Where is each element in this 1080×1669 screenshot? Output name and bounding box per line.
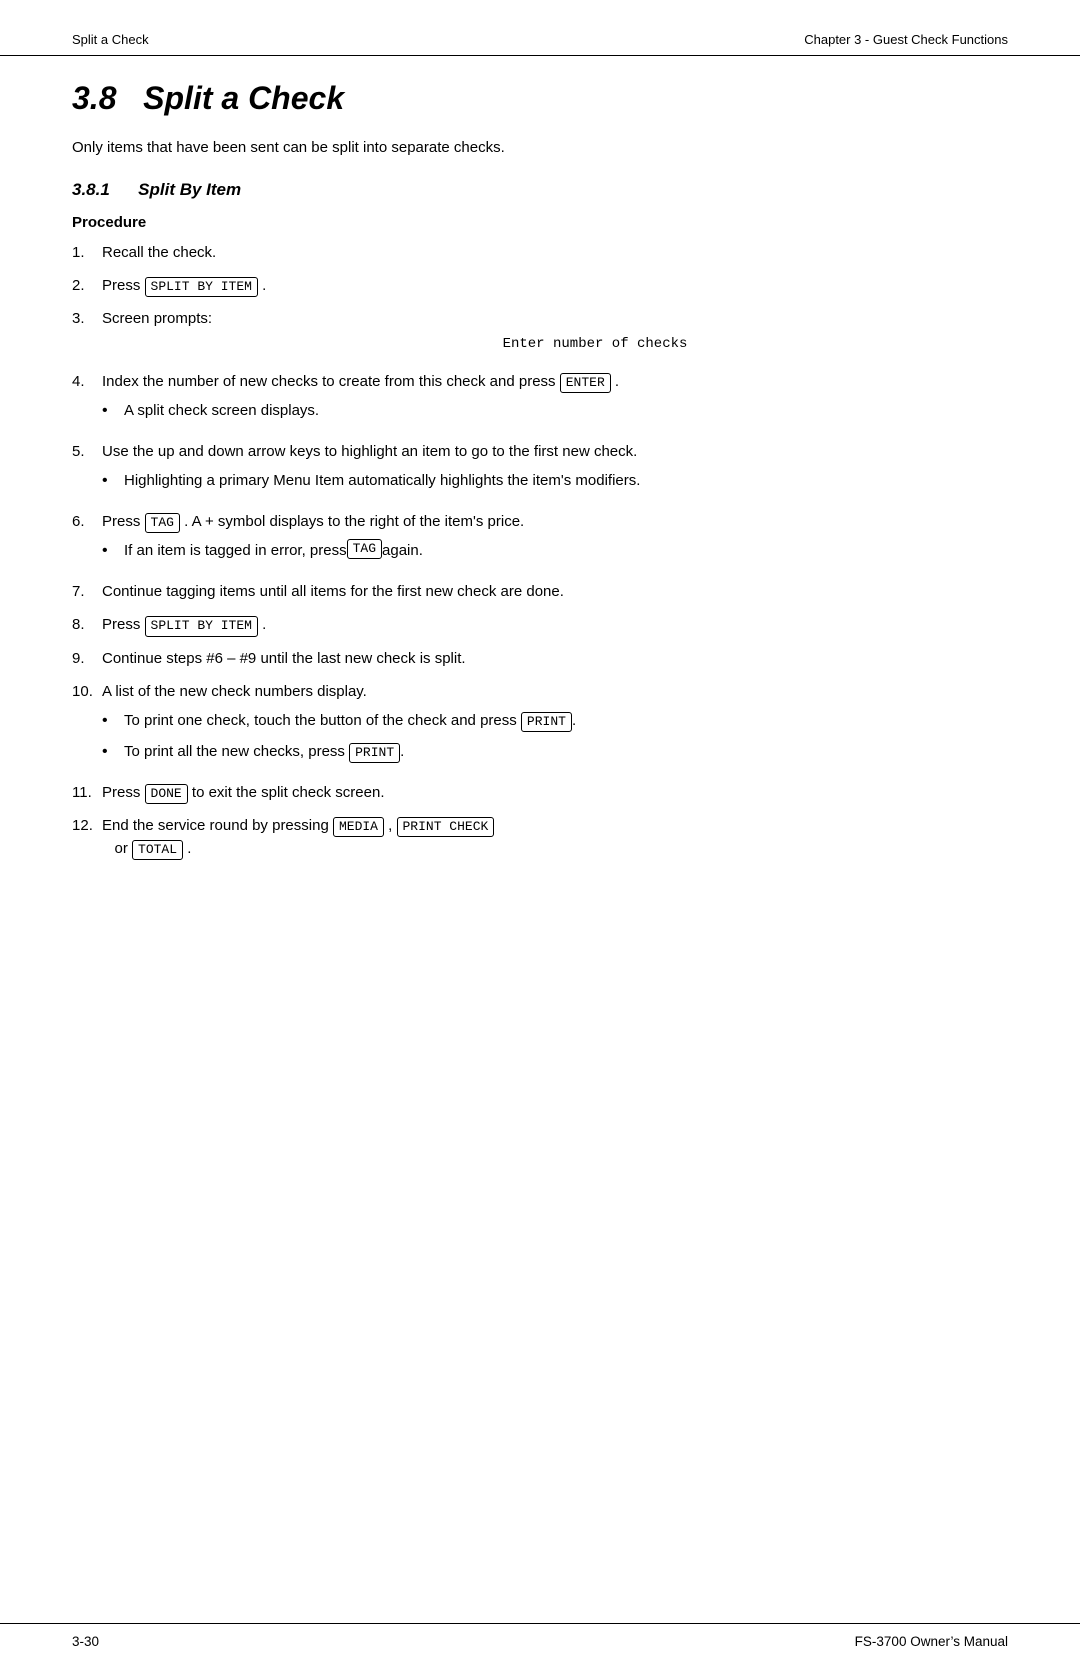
step-9: Continue steps #6 – #9 until the last ne… [72, 647, 1008, 670]
step-5-bullet-1: Highlighting a primary Menu Item automat… [102, 469, 1008, 494]
media-key: MEDIA [333, 817, 384, 837]
step-5-content: Use the up and down arrow keys to highli… [102, 440, 1008, 500]
step-4-content: Index the number of new checks to create… [102, 370, 1008, 430]
step-3-content: Screen prompts: Enter number of checks [102, 307, 1008, 360]
step-11-text-before: Press [102, 784, 145, 801]
done-key: DONE [145, 784, 188, 804]
step-10-bullet-2-text: To print all the new checks, press PRINT… [124, 740, 404, 763]
step-3: Screen prompts: Enter number of checks [72, 307, 1008, 360]
step-5-text: Use the up and down arrow keys to highli… [102, 443, 637, 460]
step-6-bullet-1-text: If an item is tagged in error, press [124, 539, 347, 562]
step-12-content: End the service round by pressing MEDIA … [102, 814, 1008, 861]
step-12-text-end: . [187, 840, 191, 857]
step-9-content: Continue steps #6 – #9 until the last ne… [102, 647, 1008, 670]
step-9-text: Continue steps #6 – #9 until the last ne… [102, 650, 466, 667]
step-5-bullets: Highlighting a primary Menu Item automat… [102, 469, 1008, 494]
step-11-content: Press DONE to exit the split check scree… [102, 781, 1008, 804]
step-11-text-after: to exit the split check screen. [192, 784, 385, 801]
step-6-bullet-1: If an item is tagged in error, press TAG… [102, 539, 1008, 564]
subsection-number: 3.8.1 [72, 180, 110, 199]
print-check-key: PRINT CHECK [397, 817, 495, 837]
page-container: Split a Check Chapter 3 - Guest Check Fu… [0, 0, 1080, 1669]
subsection-title: 3.8.1 Split By Item [72, 180, 1008, 200]
step-10-bullet-1: To print one check, touch the button of … [102, 709, 1008, 734]
step-1-content: Recall the check. [102, 241, 1008, 264]
step-10-bullet-2: To print all the new checks, press PRINT… [102, 740, 1008, 765]
step-10-text: A list of the new check numbers display. [102, 683, 367, 700]
main-content: 3.8 Split a Check Only items that have b… [0, 56, 1080, 1623]
step-3-text: Screen prompts: [102, 310, 212, 327]
header-right: Chapter 3 - Guest Check Functions [804, 32, 1008, 47]
footer-left: 3-30 [72, 1634, 99, 1649]
header-left: Split a Check [72, 32, 149, 47]
step-10-content: A list of the new check numbers display.… [102, 680, 1008, 771]
step-12: End the service round by pressing MEDIA … [72, 814, 1008, 861]
screen-prompt: Enter number of checks [182, 334, 1008, 356]
tag-key-1: TAG [145, 513, 180, 533]
total-key: TOTAL [132, 840, 183, 860]
step-10: A list of the new check numbers display.… [72, 680, 1008, 771]
split-by-item-key-2: SPLIT BY ITEM [145, 616, 258, 636]
step-7-content: Continue tagging items until all items f… [102, 580, 1008, 603]
step-6-bullet-1-text-after: again. [382, 539, 423, 562]
chapter-title: 3.8 Split a Check [72, 80, 1008, 117]
step-4: Index the number of new checks to create… [72, 370, 1008, 430]
step-1-text: Recall the check. [102, 244, 216, 261]
step-7-text: Continue tagging items until all items f… [102, 583, 564, 600]
step-4-text-before: Index the number of new checks to create… [102, 373, 560, 390]
procedure-list: Recall the check. Press SPLIT BY ITEM . … [72, 241, 1008, 861]
page-footer: 3-30 FS-3700 Owner’s Manual [0, 1623, 1080, 1669]
step-1: Recall the check. [72, 241, 1008, 264]
step-2-text-after: . [262, 277, 266, 294]
chapter-title-text: Split a Check [143, 80, 344, 116]
step-8-text-after: . [262, 616, 266, 633]
step-10-bullets: To print one check, touch the button of … [102, 709, 1008, 765]
step-8: Press SPLIT BY ITEM . [72, 613, 1008, 636]
print-key-1: PRINT [521, 712, 572, 732]
subsection-title-text: Split By Item [138, 180, 241, 199]
step-12-text-mid: , [388, 817, 396, 834]
step-5: Use the up and down arrow keys to highli… [72, 440, 1008, 500]
step-4-bullets: A split check screen displays. [102, 399, 1008, 424]
step-2-content: Press SPLIT BY ITEM . [102, 274, 1008, 297]
step-12-text-after: or [102, 840, 132, 857]
step-5-bullet-1-text: Highlighting a primary Menu Item automat… [124, 469, 640, 492]
step-6: Press TAG . A + symbol displays to the r… [72, 510, 1008, 570]
step-2-text-before: Press [102, 277, 145, 294]
step-4-text-after: . [615, 373, 619, 390]
step-6-text-before: Press [102, 513, 145, 530]
intro-paragraph: Only items that have been sent can be sp… [72, 137, 1008, 160]
step-10-bullet-1-text: To print one check, touch the button of … [124, 709, 576, 732]
chapter-number: 3.8 [72, 80, 116, 116]
page-header: Split a Check Chapter 3 - Guest Check Fu… [0, 0, 1080, 56]
step-2: Press SPLIT BY ITEM . [72, 274, 1008, 297]
step-4-bullet-1-text: A split check screen displays. [124, 399, 319, 422]
step-6-text-after: . A + symbol displays to the right of th… [184, 513, 524, 530]
procedure-heading: Procedure [72, 214, 1008, 231]
step-7: Continue tagging items until all items f… [72, 580, 1008, 603]
step-4-bullet-1: A split check screen displays. [102, 399, 1008, 424]
step-12-text-before: End the service round by pressing [102, 817, 333, 834]
step-6-content: Press TAG . A + symbol displays to the r… [102, 510, 1008, 570]
enter-key: ENTER [560, 373, 611, 393]
tag-key-2: TAG [347, 539, 382, 559]
step-11: Press DONE to exit the split check scree… [72, 781, 1008, 804]
split-by-item-key-1: SPLIT BY ITEM [145, 277, 258, 297]
print-key-2: PRINT [349, 743, 400, 763]
step-6-bullets: If an item is tagged in error, press TAG… [102, 539, 1008, 564]
footer-right: FS-3700 Owner’s Manual [855, 1634, 1008, 1649]
step-8-text-before: Press [102, 616, 145, 633]
step-8-content: Press SPLIT BY ITEM . [102, 613, 1008, 636]
